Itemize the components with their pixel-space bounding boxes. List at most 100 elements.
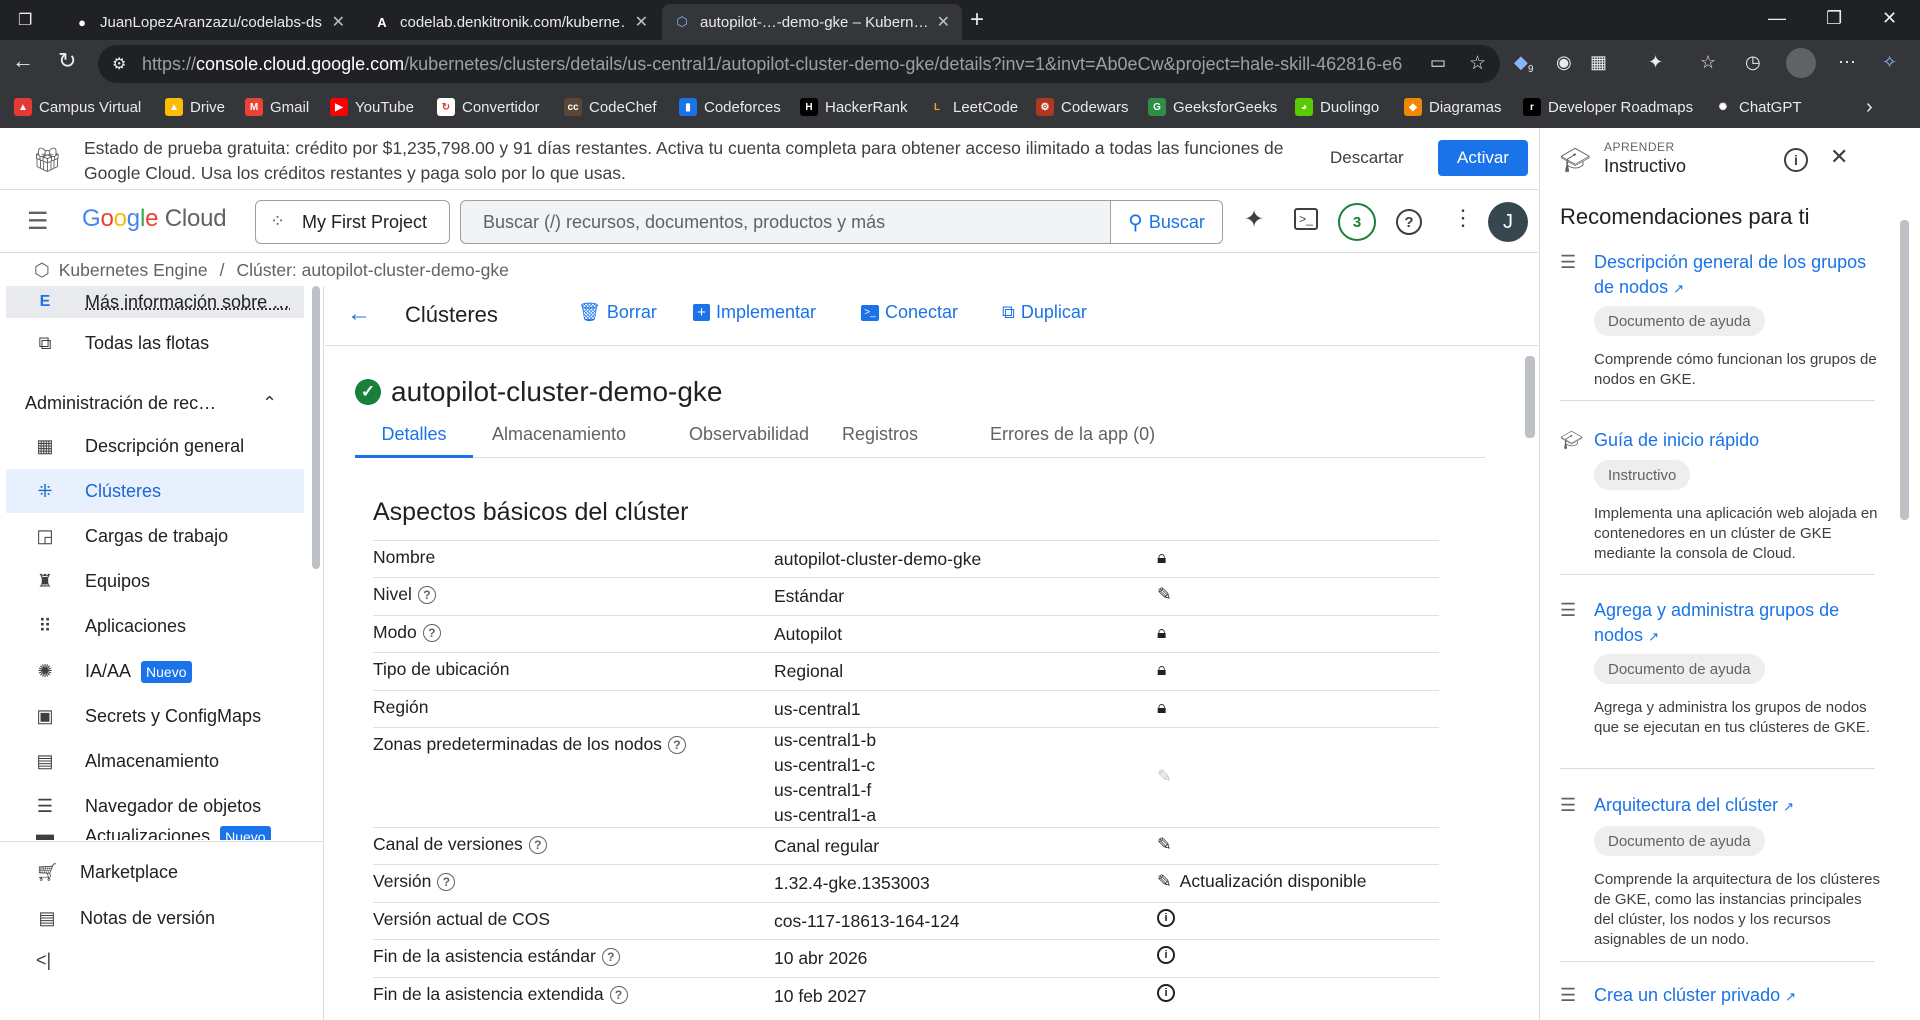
qr-icon[interactable]: ▦ (1590, 52, 1607, 73)
bookmark-campus-virtual[interactable]: ▲ Campus Virtual (14, 98, 141, 116)
search-button[interactable]: ⚲ Buscar (1110, 201, 1222, 243)
nav-item-teams[interactable]: ♜ Equipos (6, 559, 304, 603)
profile-avatar[interactable] (1786, 48, 1816, 78)
url-bar[interactable]: ⚙ https://console.cloud.google.com/kuber… (98, 45, 1500, 83)
back-icon[interactable]: ← (12, 48, 34, 74)
nav-item-upgrades[interactable]: ▬ Actualizaciones Nuevo (6, 826, 304, 840)
back-arrow-icon[interactable]: ← (347, 300, 371, 328)
bookmark-codewars[interactable]: ⚙ Codewars (1036, 98, 1129, 116)
help-icon[interactable]: ? (437, 872, 456, 891)
close-icon[interactable]: ✕ (332, 12, 345, 32)
nav-item-learn-more[interactable]: E Más información sobre … (6, 286, 304, 318)
hamburger-menu-icon[interactable]: ☰ (27, 207, 49, 236)
gemini-icon[interactable]: ✦ (1244, 205, 1264, 234)
bookmark-geeksforgeeks[interactable]: G GeeksforGeeks (1148, 98, 1277, 116)
new-tab-icon[interactable]: + (970, 6, 984, 34)
help-icon[interactable]: ? (601, 947, 620, 966)
close-icon[interactable]: ✕ (635, 12, 648, 32)
bookmark-diagramas[interactable]: ◆ Diagramas (1404, 98, 1502, 116)
minimize-icon[interactable]: — (1768, 8, 1786, 29)
extension-icon[interactable]: ◆ (1514, 52, 1528, 73)
puzzle-extensions-icon[interactable]: ✦ (1648, 52, 1663, 73)
info-icon[interactable]: i (1784, 148, 1808, 172)
close-window-icon[interactable]: ✕ (1882, 8, 1897, 29)
panel-scrollbar[interactable] (1900, 220, 1909, 520)
connect-button[interactable]: >_ Conectar (861, 302, 958, 323)
nav-item-ai[interactable]: ✺ IA/AA Nuevo (6, 649, 304, 693)
bookmark-drive[interactable]: ▲ Drive (165, 98, 225, 116)
project-picker-button[interactable]: ⁘ My First Project (255, 200, 450, 244)
nav-item-release-notes[interactable]: ▤ Notas de versión (6, 896, 304, 940)
info-icon[interactable]: i (1157, 909, 1175, 927)
nav-item-storage[interactable]: ▤ Almacenamiento (6, 739, 304, 783)
site-info-icon[interactable]: ⚙ (112, 54, 126, 74)
copilot-icon[interactable]: ✧ (1882, 52, 1897, 73)
bookmark-duolingo[interactable]: ◕ Duolingo (1295, 98, 1379, 116)
nav-item-overview[interactable]: ▦ Descripción general (6, 424, 304, 468)
bookmark-codechef[interactable]: cc CodeChef (564, 98, 657, 116)
nav-item-apps[interactable]: ⠿ Aplicaciones (6, 604, 304, 648)
bookmark-gmail[interactable]: M Gmail (245, 98, 309, 116)
duplicate-button[interactable]: ⧉ Duplicar (1002, 302, 1087, 323)
search-input[interactable]: Buscar (/) recursos, documentos, product… (460, 200, 1223, 244)
google-cloud-logo[interactable]: Google Cloud (82, 205, 227, 233)
chevron-right-icon[interactable]: › (1866, 96, 1873, 119)
reader-mode-icon[interactable]: ▭ (1430, 53, 1446, 73)
info-icon[interactable]: i (1157, 946, 1175, 964)
rec-title[interactable]: Guía de inicio rápido (1594, 430, 1759, 450)
edit-icon[interactable]: ✎ (1157, 584, 1172, 605)
rec-title[interactable]: Agrega y administra grupos de nodos (1594, 600, 1839, 645)
rec-title[interactable]: Arquitectura del clúster (1594, 795, 1778, 815)
edit-icon[interactable]: ✎ (1157, 834, 1172, 855)
nav-scrollbar[interactable] (312, 286, 320, 569)
collapse-nav-icon[interactable]: <| (36, 950, 51, 971)
delete-button[interactable]: 🗑︎ Borrar (578, 302, 657, 323)
help-icon[interactable]: ? (667, 735, 686, 754)
nav-item-clusters[interactable]: ⁜ Clústeres (6, 469, 304, 513)
bookmark-codeforces[interactable]: ▮ Codeforces (679, 98, 781, 116)
cloud-shell-icon[interactable]: >_ (1294, 208, 1318, 230)
nav-item-fleets[interactable]: ⧉ Todas las flotas (6, 321, 304, 365)
help-icon[interactable]: ? (609, 985, 628, 1004)
browser-tab-kubernetes[interactable]: ⬡ autopilot-…-demo-gke – Kubern… ✕ (662, 4, 962, 40)
browser-tab-github[interactable]: ● JuanLopezAranzazu/codelabs-ds… ✕ (62, 4, 357, 40)
activate-button[interactable]: Activar (1438, 140, 1528, 176)
bookmark-youtube[interactable]: ▶ YouTube (330, 98, 414, 116)
more-menu-icon[interactable]: ⋯ (1838, 52, 1856, 73)
tab-storage[interactable]: Almacenamiento (492, 424, 626, 458)
rec-title[interactable]: Descripción general de los grupos de nod… (1594, 252, 1866, 297)
more-vert-icon[interactable]: ⋮ (1452, 205, 1474, 231)
dismiss-button[interactable]: Descartar (1318, 140, 1416, 176)
bookmark-convertidor[interactable]: ↻ Convertidor (437, 98, 540, 116)
tab-app-errors[interactable]: Errores de la app (0) (990, 424, 1155, 458)
help-icon[interactable]: ? (528, 835, 547, 854)
favorites-icon[interactable]: ☆ (1700, 52, 1716, 73)
reload-icon[interactable]: ↻ (58, 48, 76, 74)
browser-tab-codelab[interactable]: A codelab.denkitronik.com/kuberne… ✕ (362, 4, 660, 40)
rec-title[interactable]: Crea un clúster privado (1594, 985, 1780, 1005)
notifications-badge[interactable]: 3 (1338, 203, 1376, 241)
nav-item-workloads[interactable]: ◲ Cargas de trabajo (6, 514, 304, 558)
history-icon[interactable]: ◷ (1745, 52, 1761, 73)
info-icon[interactable]: i (1157, 984, 1175, 1002)
bookmark-hackerrank[interactable]: H HackerRank (800, 98, 908, 116)
breadcrumb-product[interactable]: Kubernetes Engine (59, 260, 208, 281)
nav-item-secrets[interactable]: ▣ Secrets y ConfigMaps (6, 694, 304, 738)
upgrade-available-link[interactable]: ✎ Actualización disponible (1157, 871, 1366, 892)
bookmark-chatgpt[interactable]: ✺ ChatGPT (1714, 98, 1802, 116)
workspaces-icon[interactable]: ❐ (18, 10, 32, 30)
nav-item-object-browser[interactable]: ☰ Navegador de objetos (6, 784, 304, 828)
maximize-icon[interactable]: ❐ (1826, 8, 1842, 29)
bookmark-developer-roadmaps[interactable]: r Developer Roadmaps (1523, 98, 1693, 116)
extension-icon[interactable]: ◉ (1556, 52, 1572, 73)
nav-section-resource-management[interactable]: Administración de rec… ⌃ (6, 381, 304, 425)
close-icon[interactable]: ✕ (1830, 144, 1848, 170)
tab-logs[interactable]: Registros (842, 424, 918, 458)
tab-details[interactable]: Detalles (355, 424, 473, 458)
avatar[interactable]: J (1488, 202, 1528, 242)
close-icon[interactable]: ✕ (937, 12, 950, 32)
help-icon[interactable]: ? (422, 623, 441, 642)
help-icon[interactable]: ? (1396, 209, 1422, 235)
bookmark-leetcode[interactable]: L LeetCode (928, 98, 1018, 116)
main-scrollbar[interactable] (1525, 356, 1535, 438)
